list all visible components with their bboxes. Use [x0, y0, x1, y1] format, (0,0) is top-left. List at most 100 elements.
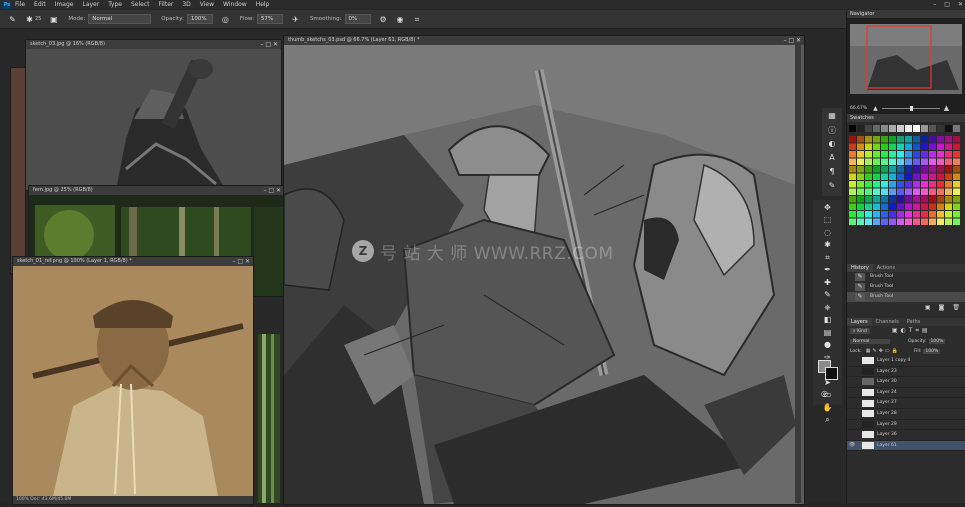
layer-row[interactable]: Layer 36 [847, 430, 965, 441]
sketch-canvas[interactable] [26, 49, 281, 190]
document-window-controls[interactable]: – □ ✕ [232, 257, 250, 266]
move-tool-icon[interactable]: ✥ [822, 202, 833, 213]
zoom-tool-icon[interactable]: ⌕ [822, 414, 833, 425]
character-panel-icon[interactable]: A [827, 153, 838, 164]
blend-mode-select[interactable]: Normal [850, 338, 890, 344]
layer-row[interactable]: Layer 23 [847, 367, 965, 378]
swatch-cell [905, 211, 912, 218]
menu-help[interactable]: Help [256, 1, 270, 8]
tab-history[interactable]: History [847, 264, 873, 272]
zoom-in-icon[interactable]: ▲ [944, 104, 949, 112]
layer-filter-icons[interactable]: ▣◐T⌗▤ [892, 327, 931, 335]
brush-panel-icon[interactable]: ▣ [49, 15, 58, 24]
menu-layer[interactable]: Layer [82, 1, 99, 8]
lasso-tool-icon[interactable]: ◌ [822, 227, 833, 238]
maximize-button[interactable]: □ [944, 1, 950, 8]
menu-type[interactable]: Type [108, 1, 122, 8]
info-panel-icon[interactable]: ⓘ [827, 125, 838, 136]
adjustments-panel-icon[interactable]: ◐ [827, 139, 838, 150]
layer-visibility-icon[interactable]: 👁 [847, 441, 857, 451]
layer-row[interactable]: Layer 29 [847, 420, 965, 431]
layer-row[interactable]: 👁 Layer 61 [847, 440, 965, 452]
swatches-panel-title[interactable]: Swatches [847, 114, 965, 122]
fill-field[interactable]: 100% [923, 348, 941, 354]
tab-paths[interactable]: Paths [903, 318, 925, 326]
symmetry-icon[interactable]: ⌗ [413, 15, 422, 24]
zoom-out-icon[interactable]: ▲ [873, 105, 878, 112]
navigator-preview[interactable] [847, 20, 965, 100]
menu-file[interactable]: File [15, 1, 25, 8]
document-window-controls[interactable]: – □ ✕ [260, 40, 278, 49]
camera-icon[interactable]: ◙ [939, 304, 945, 311]
menu-window[interactable]: Window [223, 1, 247, 8]
crop-tool-icon[interactable]: ⌗ [822, 252, 833, 263]
background-color-swatch[interactable] [825, 367, 838, 380]
menu-3d[interactable]: 3D [182, 1, 190, 8]
brush-tool-icon[interactable]: ✎ [822, 289, 833, 300]
hand-tool-icon[interactable]: ✋ [822, 402, 833, 413]
healing-tool-icon[interactable]: ✚ [822, 277, 833, 288]
stacked-document-sliver[interactable] [10, 67, 26, 274]
paragraph-panel-icon[interactable]: ¶ [827, 167, 838, 178]
eraser-tool-icon[interactable]: ◧ [822, 314, 833, 325]
dodge-tool-icon[interactable]: ● [822, 339, 833, 350]
history-item[interactable]: ✎ Brush Tool [847, 282, 965, 292]
brush-tool-icon[interactable]: ✎ [8, 15, 17, 24]
color-panel-icon[interactable]: ▦ [827, 111, 838, 122]
layer-row[interactable]: Layer 27 [847, 398, 965, 409]
new-document-from-state-icon[interactable]: ▣ [925, 304, 931, 311]
layer-row[interactable]: Layer 1 copy 4 [847, 356, 965, 367]
gear-icon[interactable]: ⚙ [379, 15, 388, 24]
navigator-zoom-value[interactable]: 66.67% [850, 106, 867, 111]
document-window-controls[interactable]: – □ ✕ [263, 186, 281, 195]
menu-filter[interactable]: Filter [159, 1, 174, 8]
document-main-window[interactable]: thumb_sketchs_03.psd @ 66.7% (Layer 61, … [283, 35, 805, 505]
gradient-tool-icon[interactable]: ▤ [822, 327, 833, 338]
menu-image[interactable]: Image [55, 1, 74, 8]
mode-select[interactable]: Normal [88, 14, 152, 24]
document-tab[interactable]: thumb_sketchs_03.psd @ 66.7% (Layer 61, … [284, 36, 804, 45]
quick-mask-icon[interactable]: ◎ [819, 388, 830, 399]
layer-kind-select[interactable]: ⌕ Kind [850, 328, 870, 334]
photo-canvas[interactable] [13, 266, 253, 496]
main-document-scrollbar[interactable] [795, 44, 801, 503]
document-tab[interactable]: fern.jpg @ 25% (RGB/8) – □ ✕ [29, 186, 284, 195]
minimize-button[interactable]: – [933, 1, 936, 8]
brush-preset-icon[interactable]: ✱ [25, 15, 34, 24]
menu-edit[interactable]: Edit [34, 1, 46, 8]
eyedropper-tool-icon[interactable]: ✒ [822, 264, 833, 275]
document-tab[interactable]: sketch_01_ref.png @ 100% (Layer 1, RGB/8… [13, 257, 253, 266]
layer-row[interactable]: Layer 24 [847, 388, 965, 399]
flow-field[interactable]: 57% [256, 14, 283, 24]
history-item[interactable]: ✎ Brush Tool [847, 272, 965, 282]
menu-select[interactable]: Select [131, 1, 150, 8]
document-sketch-window[interactable]: sketch_03.jpg @ 16% (RGB/8) – □ ✕ [25, 39, 282, 191]
navigator-panel-title[interactable]: Navigator [847, 10, 965, 18]
airbrush-icon[interactable]: ✈ [291, 15, 300, 24]
smoothing-field[interactable]: 0% [344, 14, 371, 24]
opacity-field[interactable]: 100% [186, 14, 213, 24]
navigator-zoom-slider[interactable] [881, 105, 940, 111]
swatch-cell [873, 196, 880, 203]
swatches-grid[interactable] [847, 122, 965, 262]
layer-row[interactable]: Layer 30 [847, 377, 965, 388]
quick-select-tool-icon[interactable]: ✱ [822, 239, 833, 250]
layer-opacity-field[interactable]: 100% [928, 338, 946, 344]
close-button[interactable]: ✕ [958, 1, 963, 8]
tab-channels[interactable]: Channels [872, 318, 903, 326]
pressure-opacity-icon[interactable]: ◎ [221, 15, 230, 24]
pressure-size-icon[interactable]: ◉ [396, 15, 405, 24]
clone-stamp-tool-icon[interactable]: ⎈ [822, 302, 833, 313]
lock-icons[interactable]: ▦✎✥▭🔒 [866, 348, 900, 354]
main-canvas[interactable] [284, 45, 804, 504]
document-photo-window[interactable]: sketch_01_ref.png @ 100% (Layer 1, RGB/8… [12, 256, 254, 505]
layer-row[interactable]: Layer 28 [847, 409, 965, 420]
tab-layers[interactable]: Layers [847, 318, 872, 326]
history-item[interactable]: ✎ Brush Tool [847, 292, 965, 302]
marquee-tool-icon[interactable]: ⬚ [822, 214, 833, 225]
document-tab[interactable]: sketch_03.jpg @ 16% (RGB/8) – □ ✕ [26, 40, 281, 49]
trash-icon[interactable]: 🗑 [952, 304, 960, 311]
menu-view[interactable]: View [200, 1, 214, 8]
tool-presets-icon[interactable]: ✎ [827, 181, 838, 192]
tab-actions[interactable]: Actions [873, 264, 899, 272]
